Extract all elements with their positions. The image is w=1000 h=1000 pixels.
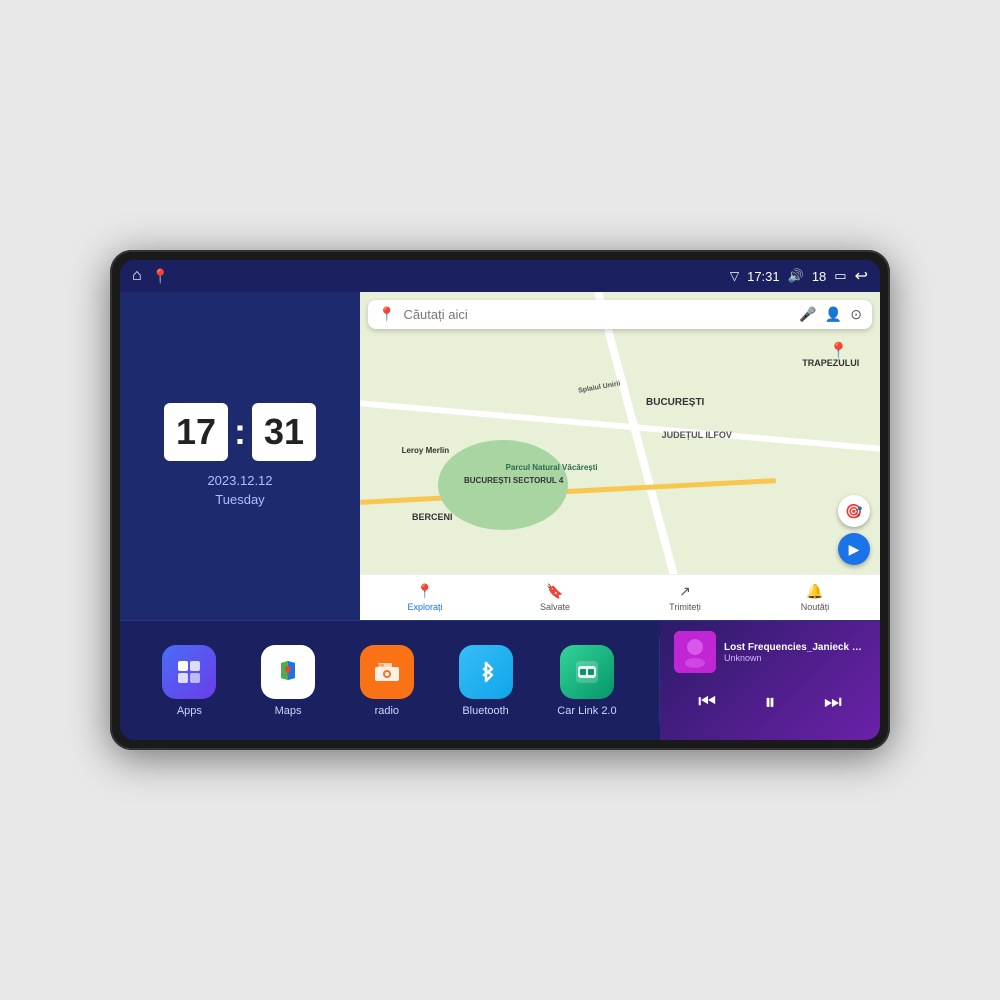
radio-icon: FM [360,645,414,699]
map-search-input[interactable]: Căutați aici [403,307,791,322]
music-title: Lost Frequencies_Janieck Devy-... [724,642,866,653]
clock-widget: 17 : 31 2023.12.12 Tuesday [120,292,360,620]
clock-colon: : [234,411,246,453]
album-art [674,631,716,673]
map-road [360,478,776,505]
map-label-parcul: Parcul Natural Văcărești [506,463,598,472]
map-search-pin-icon: 📍 [378,306,395,323]
music-text: Lost Frequencies_Janieck Devy-... Unknow… [724,642,866,663]
map-layers-icon[interactable]: ⊙ [850,306,862,323]
map-account-icon[interactable]: 👤 [825,306,842,323]
device-screen: ⌂ 📍 ▽ 17:31 🔊 18 ▭ ↩ 17 : [120,260,880,740]
status-time: 17:31 [747,269,780,284]
status-left: ⌂ 📍 [132,267,169,285]
map-nav-share[interactable]: ↗ Trimiteți [620,575,750,620]
map-nav-news[interactable]: 🔔 Noutăți [750,575,880,620]
map-label-bucuresti: BUCUREȘTI [646,397,704,408]
clock-minute: 31 [252,403,316,461]
app-label-carlink: Car Link 2.0 [557,705,616,717]
map-widget[interactable]: TRAPEZULUI BUCUREȘTI JUDEȚUL ILFOV Leroy… [360,292,880,620]
map-location-marker: 📍 [829,341,849,361]
map-label-splai: Splaiul Unirii [578,380,621,394]
clock-date: 2023.12.12 Tuesday [207,471,272,510]
battery-icon: ▭ [834,268,846,284]
carlink-icon [560,645,614,699]
bottom-section: Apps Maps [120,620,880,740]
map-nav-explore[interactable]: 📍 Explorați [360,575,490,620]
map-label-berceni: BERCENI [412,512,453,522]
map-location-btn[interactable]: 🎯 [838,495,870,527]
music-player: Lost Frequencies_Janieck Devy-... Unknow… [660,621,880,740]
map-nav-saved-label: Salvate [540,602,570,612]
map-nav-explore-icon: 📍 [416,583,433,600]
clock-display: 17 : 31 [164,403,316,461]
map-label-leroy: Leroy Merlin [402,446,450,455]
home-icon[interactable]: ⌂ [132,267,142,285]
top-section: 17 : 31 2023.12.12 Tuesday [120,292,880,620]
music-controls: ⏮ ⏸ ⏭ [674,681,866,723]
music-artist: Unknown [724,653,866,663]
app-icon-carlink[interactable]: Car Link 2.0 [557,645,616,717]
apps-icon [162,645,216,699]
app-label-bluetooth: Bluetooth [462,705,508,717]
app-label-radio: radio [375,705,399,717]
map-label-sector4: BUCUREȘTI SECTORUL 4 [464,476,563,485]
signal-icon: ▽ [730,269,739,283]
map-nav-share-icon: ↗ [679,583,691,600]
map-nav-saved-icon: 🔖 [546,583,563,600]
svg-text:FM: FM [378,662,384,667]
maps-icon [261,645,315,699]
main-area: 17 : 31 2023.12.12 Tuesday [120,292,880,740]
status-right: ▽ 17:31 🔊 18 ▭ ↩ [730,266,868,286]
map-navigate-btn[interactable]: ▶ [838,533,870,565]
volume-icon: 🔊 [788,268,804,284]
map-overlay-buttons: 🎯 ▶ [838,495,870,565]
app-icon-bluetooth[interactable]: Bluetooth [459,645,513,717]
back-icon[interactable]: ↩ [855,266,868,286]
app-icons-row: Apps Maps [120,621,659,740]
music-play-button[interactable]: ⏸ [756,685,783,719]
clock-hour: 17 [164,403,228,461]
app-icon-radio[interactable]: FM radio [360,645,414,717]
maps-status-icon[interactable]: 📍 [152,268,169,285]
device-frame: ⌂ 📍 ▽ 17:31 🔊 18 ▭ ↩ 17 : [110,250,890,750]
map-voice-icon[interactable]: 🎤 [799,306,816,323]
map-nav-explore-label: Explorați [407,602,442,612]
app-icon-apps[interactable]: Apps [162,645,216,717]
map-label-judet: JUDEȚUL ILFOV [662,430,732,440]
app-label-apps: Apps [177,705,202,717]
app-label-maps: Maps [275,705,302,717]
map-nav-saved[interactable]: 🔖 Salvate [490,575,620,620]
map-search-bar[interactable]: 📍 Căutați aici 🎤 👤 ⊙ [368,300,872,329]
app-icon-maps[interactable]: Maps [261,645,315,717]
music-info: Lost Frequencies_Janieck Devy-... Unknow… [674,631,866,673]
map-search-actions: 🎤 👤 ⊙ [799,306,862,323]
map-background: TRAPEZULUI BUCUREȘTI JUDEȚUL ILFOV Leroy… [360,292,880,620]
map-road [594,292,687,610]
music-next-button[interactable]: ⏭ [816,687,850,718]
bluetooth-icon [459,645,513,699]
map-nav-news-label: Noutăți [801,602,830,612]
map-nav-share-label: Trimiteți [669,602,701,612]
status-bar: ⌂ 📍 ▽ 17:31 🔊 18 ▭ ↩ [120,260,880,292]
map-bottom-nav: 📍 Explorați 🔖 Salvate ↗ Trimiteți 🔔 [360,574,880,620]
battery-level: 18 [812,269,826,284]
map-nav-news-icon: 🔔 [806,583,823,600]
music-prev-button[interactable]: ⏮ [690,687,724,718]
